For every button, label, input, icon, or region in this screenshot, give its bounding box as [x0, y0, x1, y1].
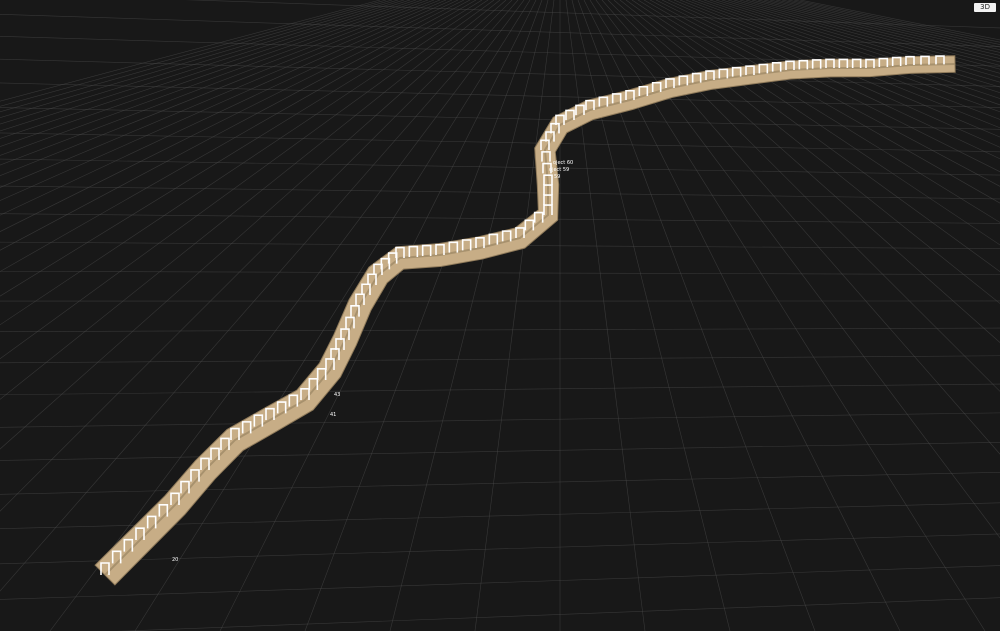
grid-line: [0, 0, 489, 326]
camera-markers: [100, 55, 945, 575]
point-label-20: 20: [172, 557, 178, 563]
grid-line: [751, 0, 1000, 63]
grid-line: [0, 107, 1000, 130]
grid-line: [787, 0, 1000, 45]
grid-line: [0, 82, 1000, 108]
grid-line: [219, 0, 537, 631]
point-label-oject-60: oject 60: [553, 160, 573, 166]
terrain-strip: [94, 55, 956, 586]
grid-line: [0, 0, 465, 232]
grid-line: [185, 0, 1000, 29]
grid-line: [709, 0, 1000, 93]
view-mode-badge[interactable]: 3D: [974, 3, 996, 12]
terrain-mesh: [94, 55, 956, 586]
grid-line: [0, 0, 495, 360]
grid-line: [0, 0, 447, 188]
grid-line: [745, 0, 1000, 66]
grid-line: [757, 0, 1000, 59]
grid-line: [0, 441, 1000, 461]
grid-line: [0, 0, 453, 201]
grid-line: [0, 270, 1000, 275]
grid-line: [715, 0, 1000, 88]
grid-line: [0, 14, 1000, 47]
grid-line: [0, 0, 381, 102]
grid-line: [0, 0, 483, 297]
grid-line: [0, 471, 1000, 495]
point-label-41: 41: [330, 412, 336, 418]
grid-line: [781, 0, 1000, 48]
point-label-43: 43: [334, 392, 340, 398]
grid-line: [0, 158, 1000, 176]
grid-line: [0, 0, 501, 400]
grid-line: [0, 0, 459, 216]
grid-line: [0, 132, 1000, 153]
point-label-oject-59: oject 59: [549, 167, 569, 173]
3d-viewport[interactable]: oject 60 oject 59 59 43 41 20 3D: [0, 0, 1000, 631]
grid-line: [0, 0, 441, 177]
grid-line: [0, 355, 1000, 364]
grid-line: [643, 0, 1000, 204]
grid-line: [667, 0, 1000, 148]
grid-line: [116, 597, 1000, 631]
grid-line: [0, 0, 507, 450]
grid-line: [769, 0, 1000, 53]
grid-line: [703, 0, 1000, 99]
grid-line: [0, 565, 1000, 600]
grid-line: [0, 213, 1000, 224]
grid-line: [0, 383, 1000, 396]
grid-line: [739, 0, 1000, 70]
point-label-59: 59: [554, 174, 560, 180]
grid-line: [673, 0, 1000, 138]
grid-line: [0, 327, 1000, 332]
grid-line: [49, 0, 525, 631]
grid-line: [697, 0, 1000, 106]
grid-line: [637, 0, 1000, 223]
grid-line: [721, 0, 1000, 83]
terrain-ridge: [104, 63, 956, 576]
grid-line: [304, 0, 543, 631]
grid-line: [661, 0, 1000, 160]
grid-line: [0, 185, 1000, 200]
scene-canvas[interactable]: oject 60 oject 59 59 43 41 20: [0, 0, 1000, 631]
